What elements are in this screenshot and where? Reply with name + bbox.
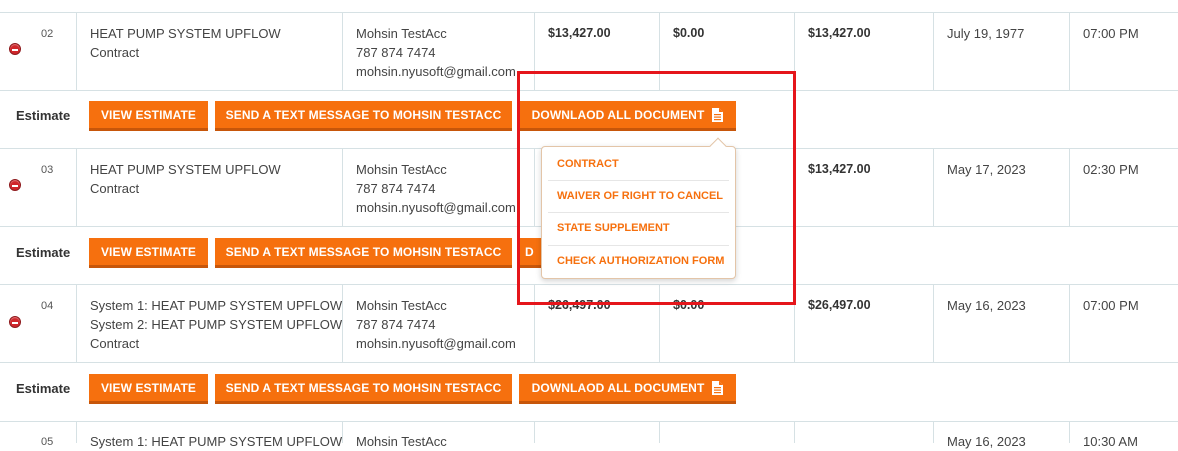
customer-phone: 787 874 7474 [356, 45, 436, 60]
customer-email: mohsin.nyusoft@gmail.com [356, 64, 516, 79]
highlight-annotation-box [517, 71, 796, 305]
estimate-label: Estimate [16, 245, 71, 260]
date-cell: May 17, 2023 [947, 162, 1026, 177]
paid-cell: $0.00 [673, 26, 705, 40]
minus-circle-icon[interactable] [9, 43, 21, 55]
system-line: Contract [90, 181, 140, 196]
customer-cell: Mohsin TestAcc 787 874 7474 mohsin.nyuso… [356, 24, 516, 81]
total-cell: $13,427.00 [808, 162, 871, 176]
system-line: System 1: HEAT PUMP SYSTEM UPFLOW [90, 298, 343, 313]
time-cell: 07:00 PM [1083, 298, 1139, 313]
row-divider [0, 421, 1178, 422]
estimate-label: Estimate [16, 108, 71, 123]
system-line: System 1: HEAT PUMP SYSTEM UPFLOW [90, 434, 343, 449]
system-line: HEAT PUMP SYSTEM UPFLOW [90, 26, 281, 41]
amount-cell: $13,427.00 [548, 26, 611, 40]
system-line: Contract [90, 45, 140, 60]
customer-cell: Mohsin TestAcc [356, 432, 447, 451]
send-text-button[interactable]: SEND A TEXT MESSAGE TO MOHSIN TESTACC [215, 101, 512, 131]
minus-circle-icon[interactable] [9, 179, 21, 191]
system-line: System 2: HEAT PUMP SYSTEM UPFLOW [90, 317, 343, 332]
time-cell: 02:30 PM [1083, 162, 1139, 177]
row-number: 02 [41, 28, 54, 40]
customer-phone: 787 874 7474 [356, 317, 436, 332]
total-cell: $13,427.00 [808, 26, 871, 40]
date-cell: May 16, 2023 [947, 298, 1026, 313]
customer-name: Mohsin TestAcc [356, 26, 447, 41]
customer-email: mohsin.nyusoft@gmail.com [356, 200, 516, 215]
time-cell: 10:30 AM [1083, 434, 1138, 449]
view-estimate-button[interactable]: VIEW ESTIMATE [89, 101, 208, 131]
customer-email: mohsin.nyusoft@gmail.com [356, 336, 516, 351]
system-cell: System 1: HEAT PUMP SYSTEM UPFLOW System… [90, 296, 342, 353]
system-cell: HEAT PUMP SYSTEM UPFLOW Contract [90, 24, 281, 62]
date-cell: May 16, 2023 [947, 434, 1026, 449]
customer-name: Mohsin TestAcc [356, 298, 447, 313]
row-number: 05 [41, 436, 54, 448]
system-line: HEAT PUMP SYSTEM UPFLOW [90, 162, 281, 177]
customer-name: Mohsin TestAcc [356, 434, 447, 449]
view-estimate-button[interactable]: VIEW ESTIMATE [89, 374, 208, 404]
system-cell: System 1: HEAT PUMP SYSTEM UPFLOW [90, 432, 342, 451]
time-cell: 07:00 PM [1083, 26, 1139, 41]
send-text-button[interactable]: SEND A TEXT MESSAGE TO MOHSIN TESTACC [215, 374, 512, 404]
document-icon [712, 380, 724, 395]
row-number: 03 [41, 164, 54, 176]
customer-phone: 787 874 7474 [356, 181, 436, 196]
minus-circle-icon[interactable] [9, 316, 21, 328]
estimate-label: Estimate [16, 381, 71, 396]
customer-name: Mohsin TestAcc [356, 162, 447, 177]
row-divider [0, 12, 1178, 13]
system-cell: HEAT PUMP SYSTEM UPFLOW Contract [90, 160, 281, 198]
send-text-button[interactable]: SEND A TEXT MESSAGE TO MOHSIN TESTACC [215, 238, 512, 268]
total-cell: $26,497.00 [808, 298, 871, 312]
customer-cell: Mohsin TestAcc 787 874 7474 mohsin.nyuso… [356, 296, 516, 353]
date-cell: July 19, 1977 [947, 26, 1025, 41]
customer-cell: Mohsin TestAcc 787 874 7474 mohsin.nyuso… [356, 160, 516, 217]
system-line: Contract [90, 336, 140, 351]
row-divider [0, 362, 1178, 363]
download-all-button[interactable]: DOWNLAOD ALL DOCUMENT [519, 374, 736, 404]
row-number: 04 [41, 300, 54, 312]
view-estimate-button[interactable]: VIEW ESTIMATE [89, 238, 208, 268]
